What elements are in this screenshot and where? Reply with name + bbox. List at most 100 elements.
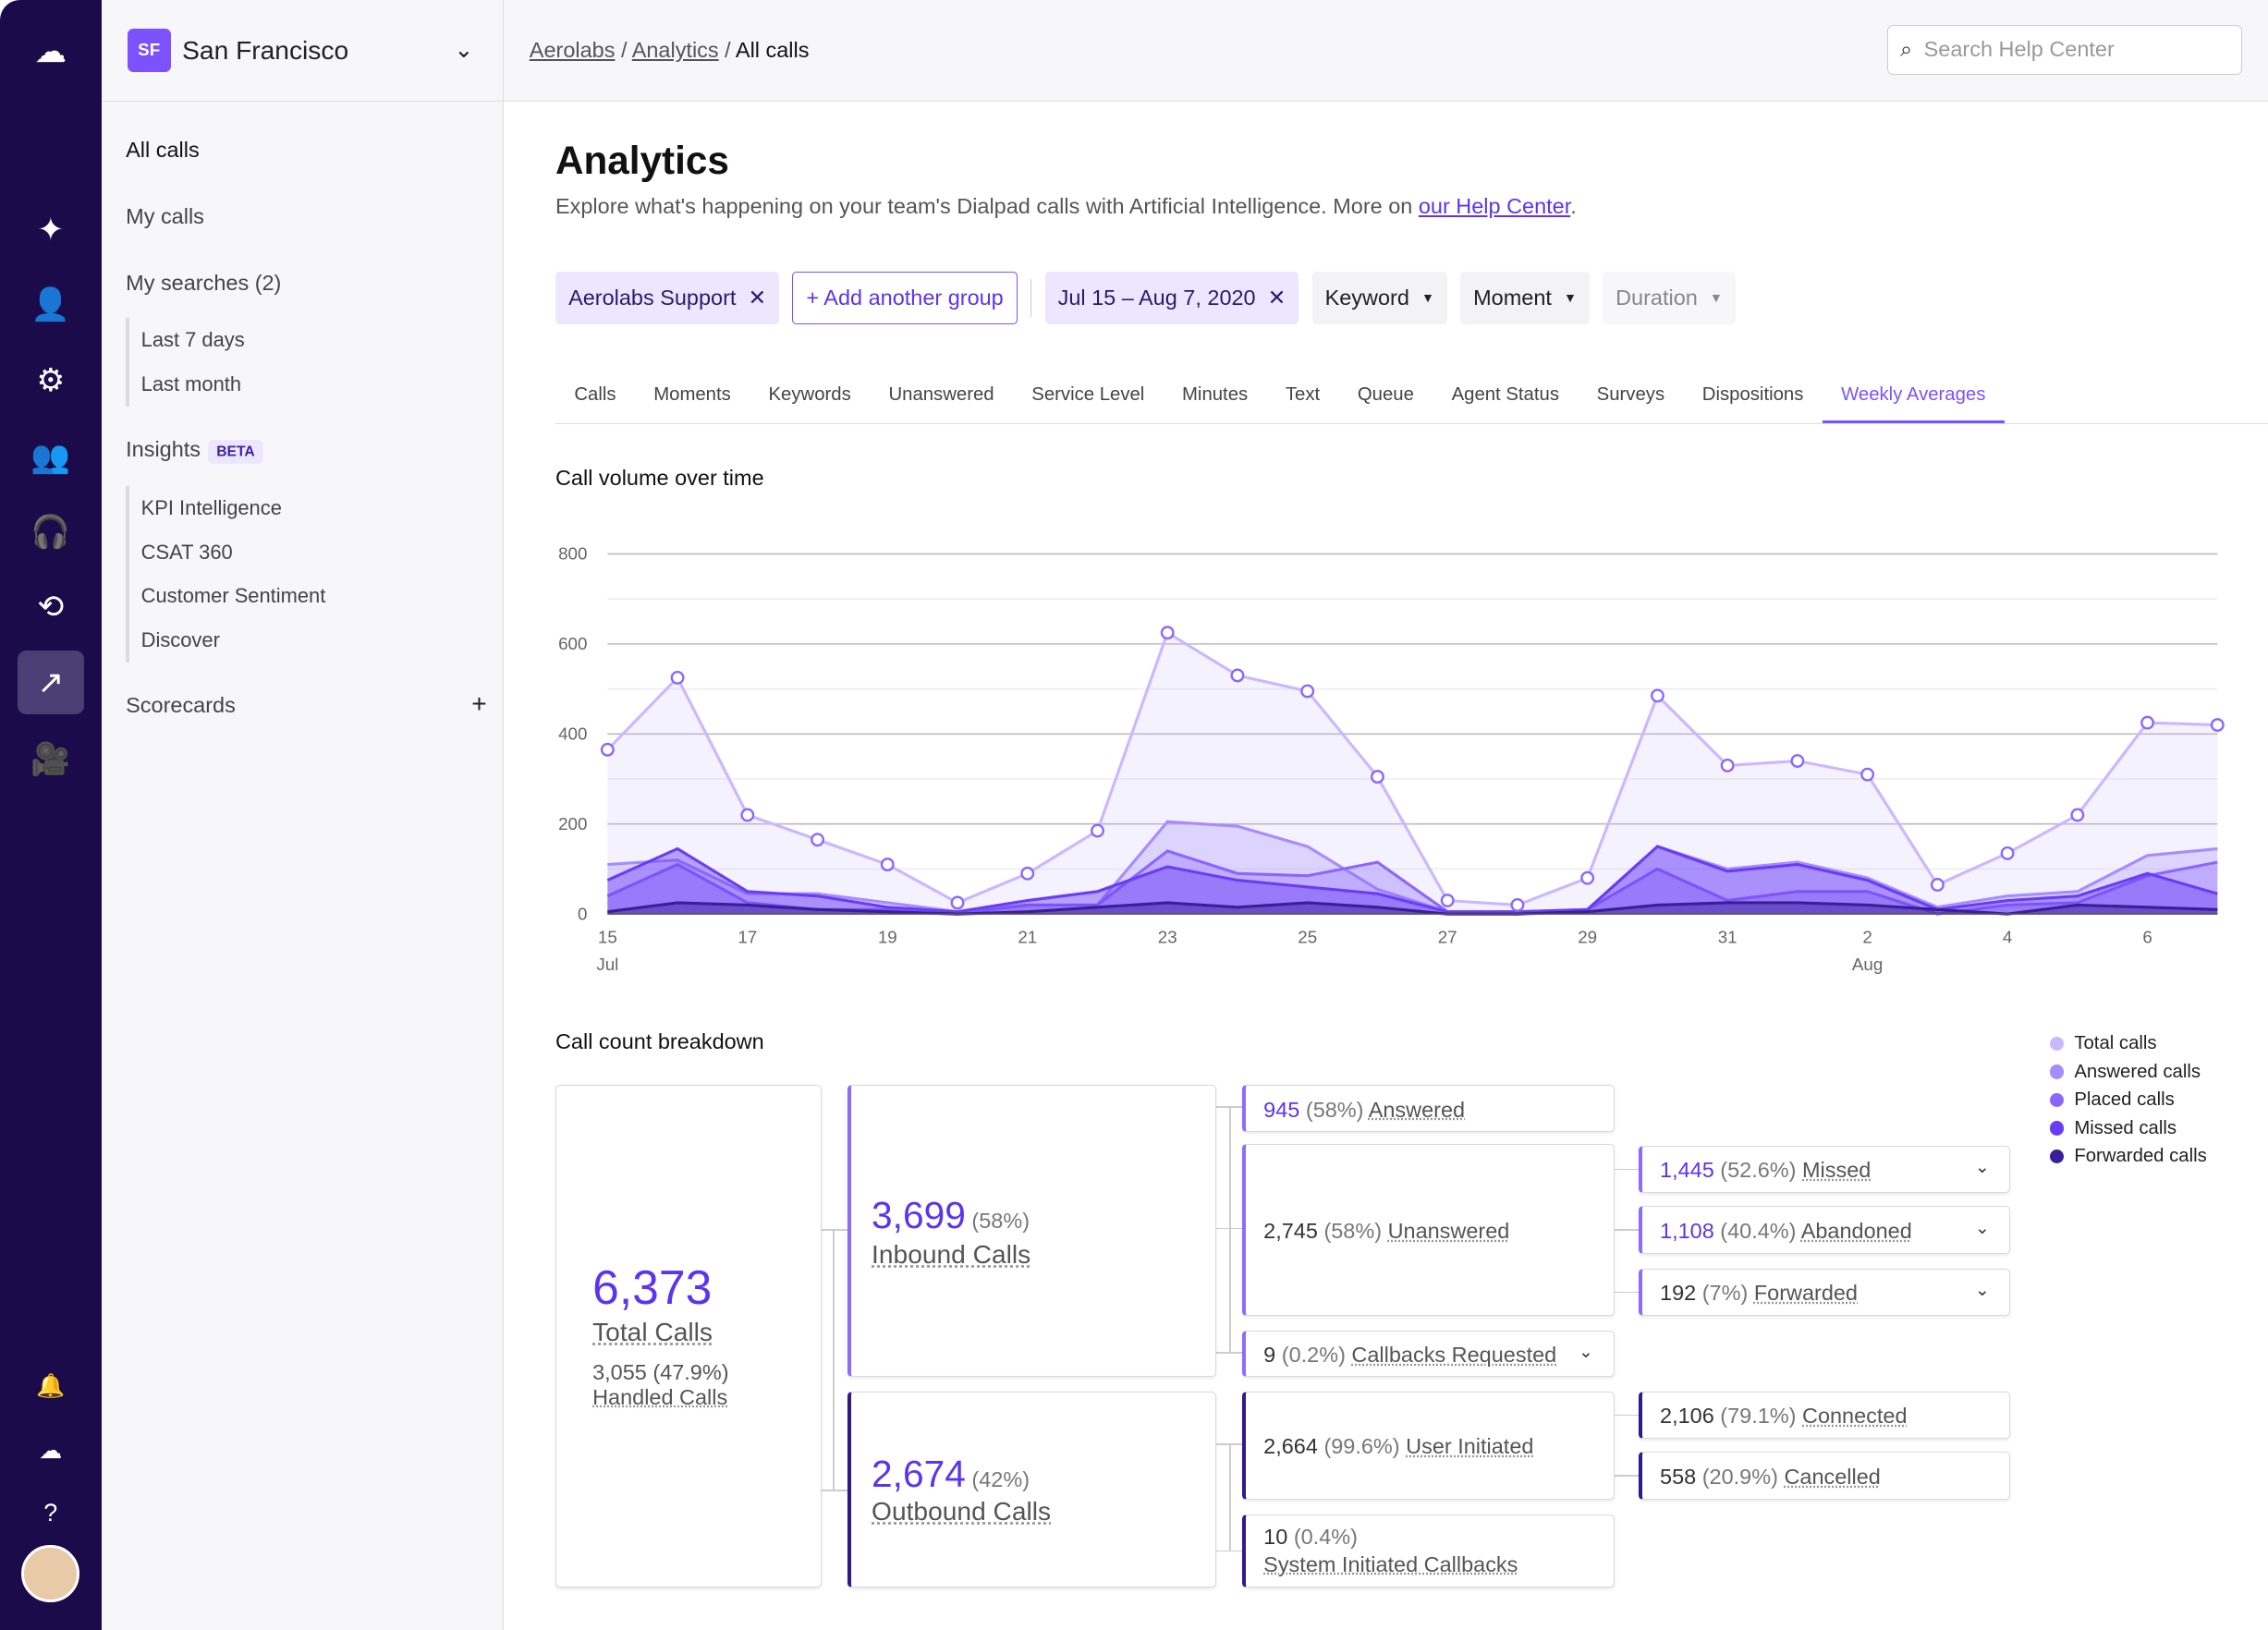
outbound-label[interactable]: Outbound Calls xyxy=(872,1496,1051,1527)
label[interactable]: Unanswered xyxy=(1388,1219,1510,1243)
inbound-value: 3,699 xyxy=(872,1194,966,1237)
data-point xyxy=(2140,715,2154,730)
pct: (52.6%) xyxy=(1720,1158,1797,1183)
legend-item[interactable]: Placed calls xyxy=(2049,1086,2207,1114)
y-tick-label: 800 xyxy=(558,544,587,564)
system-callbacks-card[interactable]: 10 (0.4%) System Initiated Callbacks xyxy=(1242,1514,1615,1588)
data-point xyxy=(670,670,685,685)
breakdown-title: Call count breakdown xyxy=(555,1029,764,1054)
x-tick-label: 27 xyxy=(1438,927,1457,946)
callbacks-card[interactable]: 9 (0.2%) Callbacks Requested ⌄ xyxy=(1242,1330,1615,1377)
label[interactable]: Answered xyxy=(1369,1098,1465,1122)
legend-item[interactable]: Total calls xyxy=(2049,1029,2207,1058)
x-tick-label: 31 xyxy=(1718,927,1738,946)
bell-icon[interactable]: 🔔 xyxy=(18,1355,84,1418)
value: 945 xyxy=(1263,1097,1300,1122)
missed-card[interactable]: 1,445 (52.6%) Missed ⌄ xyxy=(1639,1145,2011,1194)
data-point xyxy=(1091,823,1104,838)
outbound-calls-card[interactable]: 2,674 (42%) Outbound Calls xyxy=(847,1391,1217,1588)
connector xyxy=(833,1229,835,1490)
label[interactable]: System Initiated Callbacks xyxy=(1263,1552,1518,1576)
value: 558 xyxy=(1660,1465,1697,1490)
legend-label: Missed calls xyxy=(2074,1117,2177,1138)
pct: (20.9%) xyxy=(1701,1465,1778,1490)
user-initiated-card[interactable]: 2,664 (99.6%) User Initiated xyxy=(1242,1391,1615,1500)
chevron-down-icon[interactable]: ⌄ xyxy=(1975,1157,1990,1177)
stat: 945 (58%) Answered xyxy=(1263,1097,1465,1125)
value: 192 xyxy=(1660,1281,1697,1306)
stat: 1,108 (40.4%) Abandoned xyxy=(1660,1218,1912,1246)
app: ☁ ✦ 👤 ⚙ 👥 🎧 ⟲ ↗ 🎥 🔔 ☁ ? SF San Francisco… xyxy=(0,0,2268,1630)
stat: 10 (0.4%) System Initiated Callbacks xyxy=(1263,1524,1518,1578)
x-tick-label: 21 xyxy=(1018,927,1037,946)
inbound-label[interactable]: Inbound Calls xyxy=(872,1239,1030,1270)
data-point xyxy=(1371,770,1384,785)
connector xyxy=(1229,1442,1231,1551)
inbound-pct: (58%) xyxy=(971,1209,1030,1234)
value: 9 xyxy=(1263,1342,1276,1367)
handled-calls-label[interactable]: Handled Calls xyxy=(592,1385,727,1410)
label[interactable]: Connected xyxy=(1802,1404,1908,1428)
data-point xyxy=(1790,754,1805,768)
legend-item[interactable]: Missed calls xyxy=(2049,1114,2207,1143)
legend-label: Forwarded calls xyxy=(2074,1146,2207,1167)
value: 2,106 xyxy=(1660,1404,1714,1429)
stat: 558 (20.9%) Cancelled xyxy=(1660,1464,1881,1491)
x-tick-label: 15 xyxy=(598,927,617,946)
data-point xyxy=(811,833,824,847)
forwarded-card[interactable]: 192 (7%) Forwarded ⌄ xyxy=(1639,1268,2011,1317)
pct: (99.6%) xyxy=(1323,1434,1400,1459)
total-calls-label[interactable]: Total Calls xyxy=(592,1317,713,1347)
inbound-stat: 3,699 (58%) xyxy=(872,1194,1030,1237)
data-point xyxy=(1580,870,1595,885)
avatar[interactable] xyxy=(21,1544,80,1603)
stat: 2,745 (58%) Unanswered xyxy=(1263,1218,1509,1246)
value: 1,108 xyxy=(1660,1219,1714,1244)
chevron-down-icon[interactable]: ⌄ xyxy=(1579,1342,1593,1362)
connected-card[interactable]: 2,106 (79.1%) Connected xyxy=(1639,1391,2011,1440)
total-calls-card[interactable]: 6,373 Total Calls 3,055 (47.9%) Handled … xyxy=(555,1084,822,1588)
y-tick-label: 200 xyxy=(558,814,587,833)
pct: (40.4%) xyxy=(1720,1219,1797,1244)
legend-swatch xyxy=(2049,1064,2065,1079)
connector xyxy=(821,1229,848,1231)
label[interactable]: Callbacks Requested xyxy=(1351,1343,1556,1367)
label[interactable]: Abandoned xyxy=(1801,1219,1912,1243)
stat: 2,664 (99.6%) User Initiated xyxy=(1263,1433,1533,1461)
cancelled-card[interactable]: 558 (20.9%) Cancelled xyxy=(1639,1452,2011,1500)
x-tick-label: 19 xyxy=(878,927,897,946)
legend-item[interactable]: Answered calls xyxy=(2049,1058,2207,1087)
data-point xyxy=(2210,718,2225,732)
value: 10 xyxy=(1263,1525,1288,1550)
handled-calls-value: 3,055 (47.9%) xyxy=(592,1360,729,1385)
pct: (0.4%) xyxy=(1293,1525,1358,1550)
connector xyxy=(1613,1414,1640,1417)
legend-label: Total calls xyxy=(2074,1033,2157,1054)
data-point xyxy=(880,858,895,871)
call-volume-chart: 0 200 400 600 800 15 Jul 17 19 21 23 25 27 29 31 2 Aug 4 6 xyxy=(558,544,2225,974)
connector xyxy=(1229,1106,1231,1353)
y-tick-label: 0 xyxy=(578,904,587,923)
chevron-down-icon[interactable]: ⌄ xyxy=(1975,1218,1990,1238)
dialpad-small-icon[interactable]: ☁ xyxy=(18,1418,84,1482)
help-icon[interactable]: ? xyxy=(18,1481,84,1545)
data-point xyxy=(1440,894,1455,907)
label[interactable]: Forwarded xyxy=(1754,1281,1858,1305)
label[interactable]: User Initiated xyxy=(1406,1434,1533,1458)
label[interactable]: Missed xyxy=(1802,1158,1871,1182)
pct: (58%) xyxy=(1323,1219,1383,1244)
x-tick-label: 25 xyxy=(1298,927,1317,946)
unanswered-card[interactable]: 2,745 (58%) Unanswered xyxy=(1242,1143,1615,1317)
abandoned-card[interactable]: 1,108 (40.4%) Abandoned ⌄ xyxy=(1639,1206,2011,1254)
legend-label: Answered calls xyxy=(2074,1061,2201,1082)
stat: 1,445 (52.6%) Missed xyxy=(1660,1157,1871,1185)
data-point xyxy=(2070,808,2085,822)
stat: 192 (7%) Forwarded xyxy=(1660,1280,1858,1308)
connector xyxy=(1613,1475,1640,1477)
answered-card[interactable]: 945 (58%) Answered xyxy=(1242,1084,1615,1133)
inbound-calls-card[interactable]: 3,699 (58%) Inbound Calls xyxy=(847,1084,1217,1377)
legend-item[interactable]: Forwarded calls xyxy=(2049,1142,2207,1171)
chevron-down-icon[interactable]: ⌄ xyxy=(1975,1280,1990,1300)
connector xyxy=(1216,1550,1243,1552)
label[interactable]: Cancelled xyxy=(1784,1465,1880,1489)
